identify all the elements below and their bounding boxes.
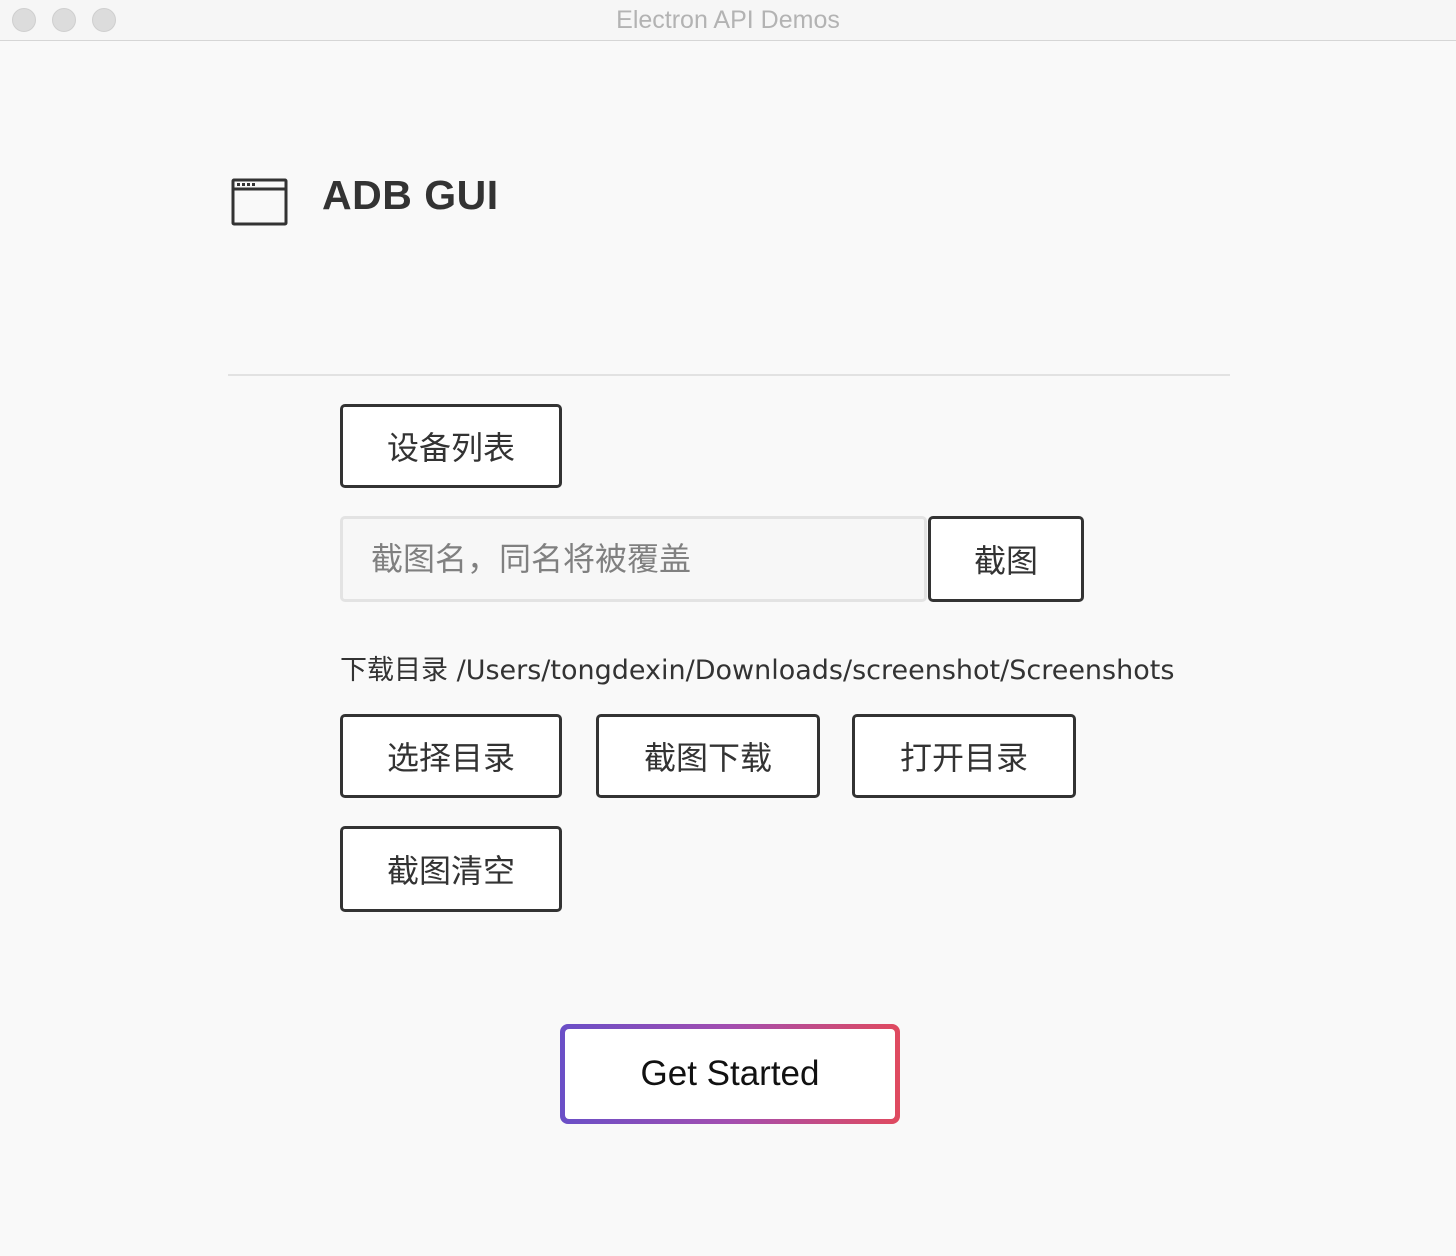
window-icon — [231, 178, 288, 226]
app-window: Electron API Demos ADB GUI 设备列表 截图 下载目录 … — [0, 0, 1456, 1256]
page-title: ADB GUI — [322, 172, 499, 218]
download-screenshots-button[interactable]: 截图下载 — [596, 714, 820, 798]
download-directory-label: 下载目录 — [340, 655, 448, 686]
get-started-label: Get Started — [565, 1029, 895, 1119]
open-directory-button[interactable]: 打开目录 — [852, 714, 1076, 798]
get-started-button[interactable]: Get Started — [560, 1024, 900, 1124]
download-directory: 下载目录 /Users/tongdexin/Downloads/screensh… — [340, 648, 1174, 687]
title-bar: Electron API Demos — [0, 0, 1456, 41]
capture-screenshot-button[interactable]: 截图 — [928, 516, 1084, 602]
window-title: Electron API Demos — [616, 6, 840, 34]
choose-directory-button[interactable]: 选择目录 — [340, 714, 562, 798]
section-divider — [228, 374, 1230, 376]
clear-screenshots-button[interactable]: 截图清空 — [340, 826, 562, 912]
download-directory-path: /Users/tongdexin/Downloads/screenshot/Sc… — [456, 655, 1175, 686]
device-list-button[interactable]: 设备列表 — [340, 404, 562, 488]
screenshot-name-input[interactable] — [340, 516, 927, 602]
